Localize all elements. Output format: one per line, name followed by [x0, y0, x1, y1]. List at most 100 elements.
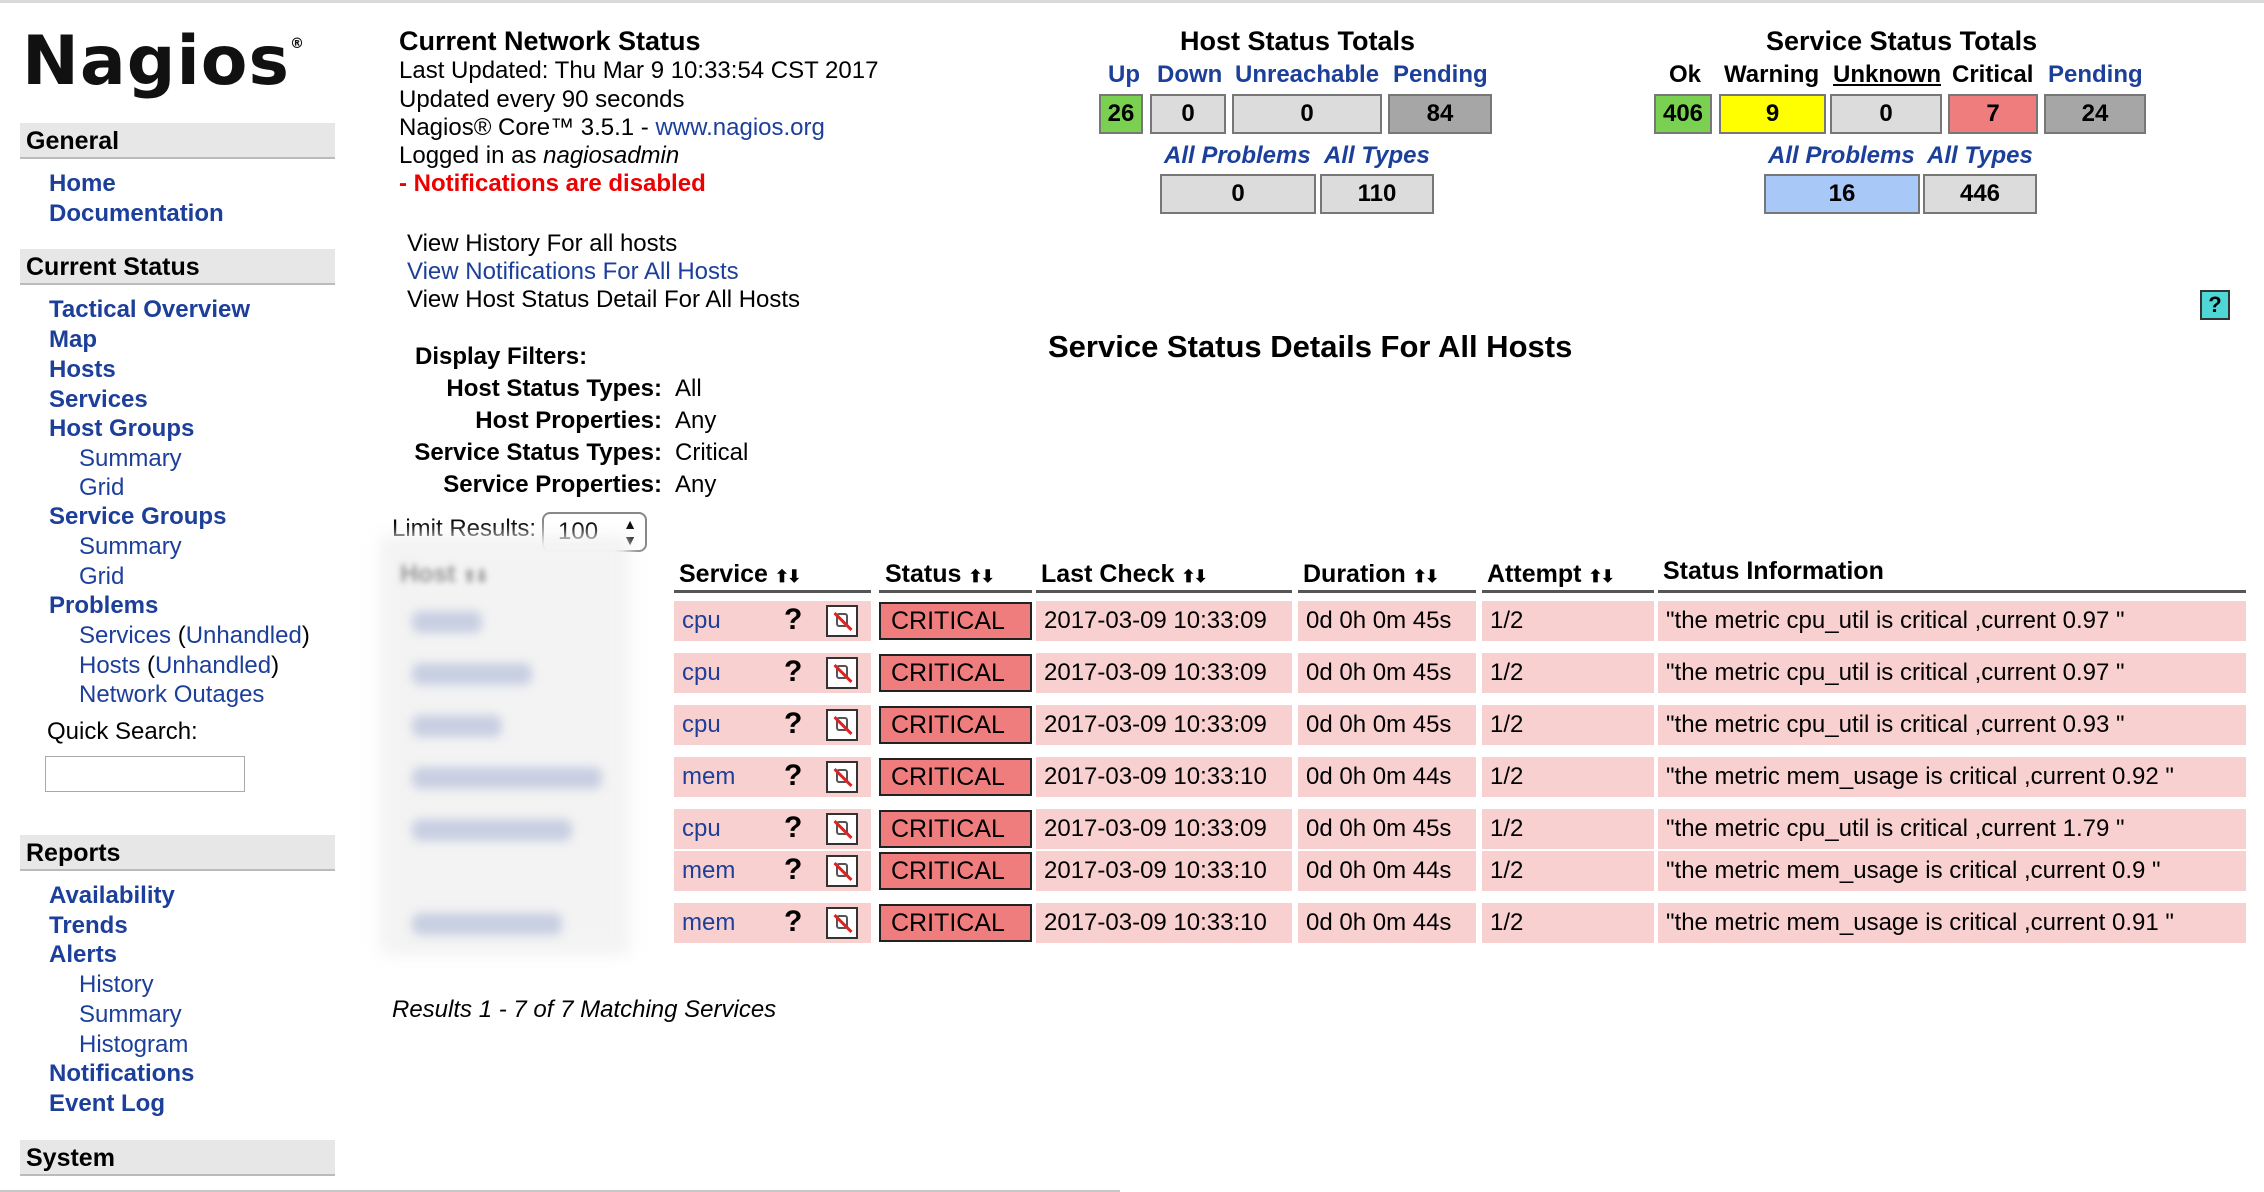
nav-services[interactable]: Services: [49, 386, 148, 414]
sort-icon[interactable]: ⬆⬇: [775, 567, 801, 586]
status-information: "the metric mem_usage is critical ,curre…: [1658, 903, 2246, 943]
problems-hosts-link[interactable]: Hosts: [79, 652, 140, 679]
nav-service-groups-summary[interactable]: Summary: [79, 533, 182, 561]
service-all-problems-count[interactable]: 16: [1764, 174, 1920, 214]
sort-icon[interactable]: ⬆⬇: [1588, 567, 1614, 586]
results-count: Results 1 - 7 of 7 Matching Services: [392, 996, 777, 1023]
service-help-icon[interactable]: ?: [784, 905, 802, 939]
host-all-types-count[interactable]: 110: [1320, 174, 1434, 214]
service-help-icon[interactable]: ?: [784, 811, 802, 845]
service-all-problems-label[interactable]: All Problems: [1768, 142, 1915, 170]
host-unreachable-label[interactable]: Unreachable: [1235, 61, 1379, 89]
service-unknown-label[interactable]: Unknown: [1833, 61, 1941, 89]
nav-host-groups[interactable]: Host Groups: [49, 415, 194, 443]
nav-alerts-histogram[interactable]: Histogram: [79, 1031, 188, 1059]
service-ok-label[interactable]: Ok: [1669, 61, 1701, 89]
problems-hosts-unhandled-link[interactable]: Unhandled: [155, 652, 271, 679]
service-pending-count[interactable]: 24: [2044, 94, 2146, 134]
notifications-disabled-icon: [826, 761, 858, 793]
service-help-icon[interactable]: ?: [784, 759, 802, 793]
header-service[interactable]: Service ⬆⬇: [679, 560, 801, 589]
nav-availability[interactable]: Availability: [49, 882, 175, 910]
host-name-redacted[interactable]: [412, 611, 482, 633]
nav-event-log[interactable]: Event Log: [49, 1090, 165, 1118]
problems-services-link[interactable]: Services: [79, 622, 171, 649]
host-all-types-label[interactable]: All Types: [1324, 142, 1430, 170]
nav-problems-services: Services (Unhandled): [79, 622, 310, 649]
header-underline: [1482, 590, 1654, 593]
header-status[interactable]: Status ⬆⬇: [885, 560, 995, 589]
sort-icon[interactable]: ⬆⬇: [1413, 567, 1439, 586]
duration: 0d 0h 0m 45s: [1298, 705, 1476, 745]
nav-map[interactable]: Map: [49, 326, 97, 354]
notifications-disabled-icon: [826, 605, 858, 637]
header-duration[interactable]: Duration ⬆⬇: [1303, 560, 1439, 589]
header-underline: [1036, 590, 1292, 593]
nav-alerts-history[interactable]: History: [79, 971, 154, 999]
service-help-icon[interactable]: ?: [784, 707, 802, 741]
view-history-link[interactable]: View History For all hosts: [407, 230, 677, 258]
nav-notifications[interactable]: Notifications: [49, 1060, 194, 1088]
sort-icon[interactable]: ⬆⬇: [1181, 567, 1207, 586]
host-all-problems-label[interactable]: All Problems: [1164, 142, 1311, 170]
service-help-icon[interactable]: ?: [784, 603, 802, 637]
host-column-redacted: [380, 535, 630, 955]
help-icon[interactable]: ?: [2200, 290, 2230, 320]
last-check: 2017-03-09 10:33:09: [1036, 705, 1292, 745]
quick-search-input[interactable]: [45, 756, 245, 792]
sort-icon[interactable]: ⬆⬇: [968, 567, 994, 586]
host-down-count[interactable]: 0: [1150, 94, 1226, 134]
service-help-icon[interactable]: ?: [784, 853, 802, 887]
view-notifications-link[interactable]: View Notifications For All Hosts: [407, 258, 739, 286]
nav-service-groups-grid[interactable]: Grid: [79, 563, 124, 591]
host-name-redacted[interactable]: [412, 715, 502, 737]
nav-tactical-overview[interactable]: Tactical Overview: [49, 296, 250, 324]
service-critical-label[interactable]: Critical: [1952, 61, 2033, 89]
service-critical-count[interactable]: 7: [1948, 94, 2038, 134]
nagios-org-link[interactable]: www.nagios.org: [655, 114, 824, 141]
header-host[interactable]: Host ⬆⬇: [400, 560, 489, 589]
nav-alerts-summary[interactable]: Summary: [79, 1001, 182, 1029]
filter-service-status-types-label: Service Status Types:: [414, 439, 662, 466]
host-up-label[interactable]: Up: [1108, 61, 1140, 89]
service-warning-label[interactable]: Warning: [1724, 61, 1819, 89]
nav-service-groups[interactable]: Service Groups: [49, 503, 226, 531]
host-unreachable-count[interactable]: 0: [1232, 94, 1382, 134]
nav-trends[interactable]: Trends: [49, 912, 128, 940]
attempt: 1/2: [1482, 653, 1654, 693]
service-unknown-count[interactable]: 0: [1830, 94, 1942, 134]
problems-services-unhandled-link[interactable]: Unhandled: [186, 622, 302, 649]
host-name-redacted[interactable]: [412, 913, 562, 935]
status-badge: CRITICAL: [879, 810, 1032, 848]
status-information: "the metric mem_usage is critical ,curre…: [1658, 851, 2246, 891]
nav-network-outages[interactable]: Network Outages: [79, 681, 264, 709]
host-name-redacted[interactable]: [412, 767, 602, 789]
service-ok-count[interactable]: 406: [1654, 94, 1712, 134]
attempt: 1/2: [1482, 601, 1654, 641]
host-pending-count[interactable]: 84: [1388, 94, 1492, 134]
service-pending-label[interactable]: Pending: [2048, 61, 2143, 89]
nav-home[interactable]: Home: [49, 170, 116, 198]
notifications-disabled-icon: [826, 657, 858, 689]
section-system: System: [20, 1140, 335, 1176]
host-pending-label[interactable]: Pending: [1393, 61, 1488, 89]
service-all-types-count[interactable]: 446: [1923, 174, 2037, 214]
service-help-icon[interactable]: ?: [784, 655, 802, 689]
view-host-status-link[interactable]: View Host Status Detail For All Hosts: [407, 286, 800, 314]
host-name-redacted[interactable]: [412, 663, 532, 685]
nav-host-groups-grid[interactable]: Grid: [79, 474, 124, 502]
service-warning-count[interactable]: 9: [1719, 94, 1826, 134]
host-down-label[interactable]: Down: [1157, 61, 1222, 89]
nagios-logo[interactable]: Nagios®: [22, 22, 305, 101]
service-all-types-label[interactable]: All Types: [1927, 142, 2033, 170]
header-last-check[interactable]: Last Check ⬆⬇: [1041, 560, 1208, 589]
header-attempt[interactable]: Attempt ⬆⬇: [1487, 560, 1615, 589]
host-up-count[interactable]: 26: [1099, 94, 1143, 134]
nav-host-groups-summary[interactable]: Summary: [79, 445, 182, 473]
nav-hosts[interactable]: Hosts: [49, 356, 116, 384]
host-all-problems-count[interactable]: 0: [1160, 174, 1316, 214]
nav-documentation[interactable]: Documentation: [49, 200, 224, 228]
host-name-redacted[interactable]: [412, 819, 572, 841]
nav-problems[interactable]: Problems: [49, 592, 158, 620]
nav-alerts[interactable]: Alerts: [49, 941, 117, 969]
